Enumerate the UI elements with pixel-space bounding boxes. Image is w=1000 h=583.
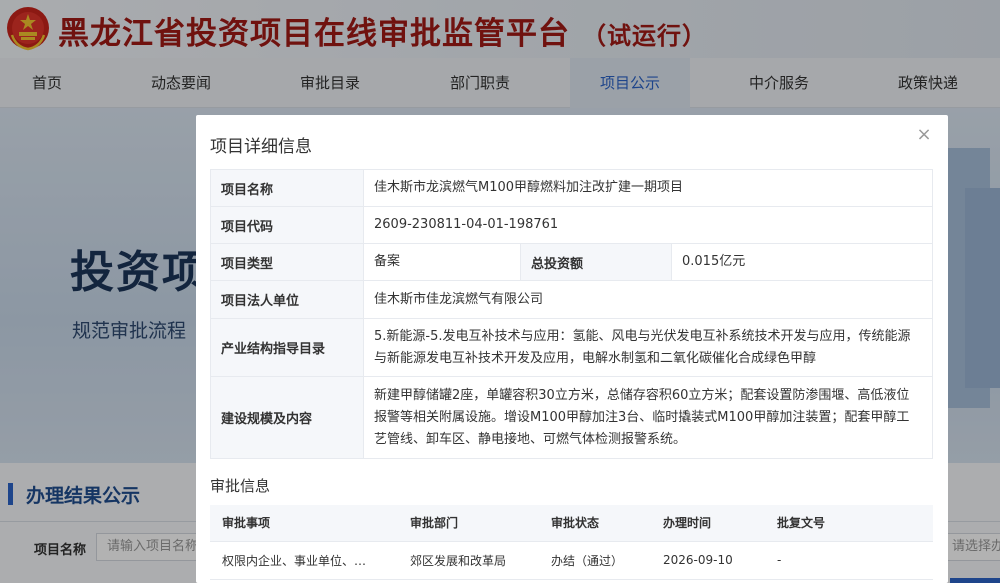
column-header: 审批状态 (539, 505, 651, 542)
detail-label: 项目名称 (210, 169, 364, 207)
detail-row-industry: 产业结构指导目录 5.新能源-5.发电互补技术与应用：氢能、风电与光伏发电互补系… (210, 318, 933, 377)
industry-catalog-value: 5.新能源-5.发电互补技术与应用：氢能、风电与光伏发电互补系统技术开发与应用，… (363, 318, 933, 377)
approval-status-cell: 办结（通过） (539, 541, 651, 580)
detail-row-name: 项目名称 佳木斯市龙滨燃气M100甲醇燃料加注改扩建一期项目 (210, 169, 933, 207)
modal-title: 项目详细信息 (210, 137, 312, 157)
detail-label: 项目法人单位 (210, 280, 364, 319)
column-header: 审批部门 (398, 505, 539, 542)
detail-label: 项目代码 (210, 206, 364, 244)
approval-header-row: 审批事项 审批部门 审批状态 办理时间 批复文号 (210, 505, 933, 542)
detail-row-type: 项目类型 备案 总投资额 0.015亿元 (210, 243, 933, 281)
detail-label: 项目类型 (210, 243, 364, 281)
approval-doc-number-cell: - (765, 541, 933, 580)
approval-section-title: 审批信息 (210, 477, 271, 495)
detail-label: 产业结构指导目录 (210, 318, 364, 377)
project-detail-modal: 项目详细信息 × 项目名称 佳木斯市龙滨燃气M100甲醇燃料加注改扩建一期项目 … (196, 115, 948, 583)
detail-label: 总投资额 (520, 243, 672, 281)
project-type-value: 备案 (363, 243, 521, 281)
table-row: 权限内企业、事业单位、… 郊区发展和改革局 办结（通过） 2026-09-10 … (210, 541, 933, 580)
legal-entity-value: 佳木斯市佳龙滨燃气有限公司 (363, 280, 933, 319)
project-name-value: 佳木斯市龙滨燃气M100甲醇燃料加注改扩建一期项目 (363, 169, 933, 207)
project-detail-table: 项目名称 佳木斯市龙滨燃气M100甲醇燃料加注改扩建一期项目 项目代码 2609… (210, 169, 933, 459)
project-code-value: 2609-230811-04-01-198761 (363, 206, 933, 244)
approval-item-cell: 权限内企业、事业单位、… (210, 541, 398, 580)
construction-scope-value: 新建甲醇储罐2座，单罐容积30立方米，总储存容积60立方米；配套设置防渗围堰、高… (363, 376, 933, 459)
column-header: 批复文号 (765, 505, 933, 542)
column-header: 办理时间 (651, 505, 765, 542)
detail-row-entity: 项目法人单位 佳木斯市佳龙滨燃气有限公司 (210, 280, 933, 319)
close-icon[interactable]: × (914, 125, 934, 145)
column-header: 审批事项 (210, 505, 398, 542)
total-investment-value: 0.015亿元 (671, 243, 933, 281)
detail-label: 建设规模及内容 (210, 376, 364, 459)
approval-date-cell: 2026-09-10 (651, 541, 765, 580)
detail-row-code: 项目代码 2609-230811-04-01-198761 (210, 206, 933, 244)
approval-table: 审批事项 审批部门 审批状态 办理时间 批复文号 权限内企业、事业单位、… 郊区… (210, 505, 933, 580)
approval-dept-cell: 郊区发展和改革局 (398, 541, 539, 580)
detail-row-scope: 建设规模及内容 新建甲醇储罐2座，单罐容积30立方米，总储存容积60立方米；配套… (210, 376, 933, 459)
